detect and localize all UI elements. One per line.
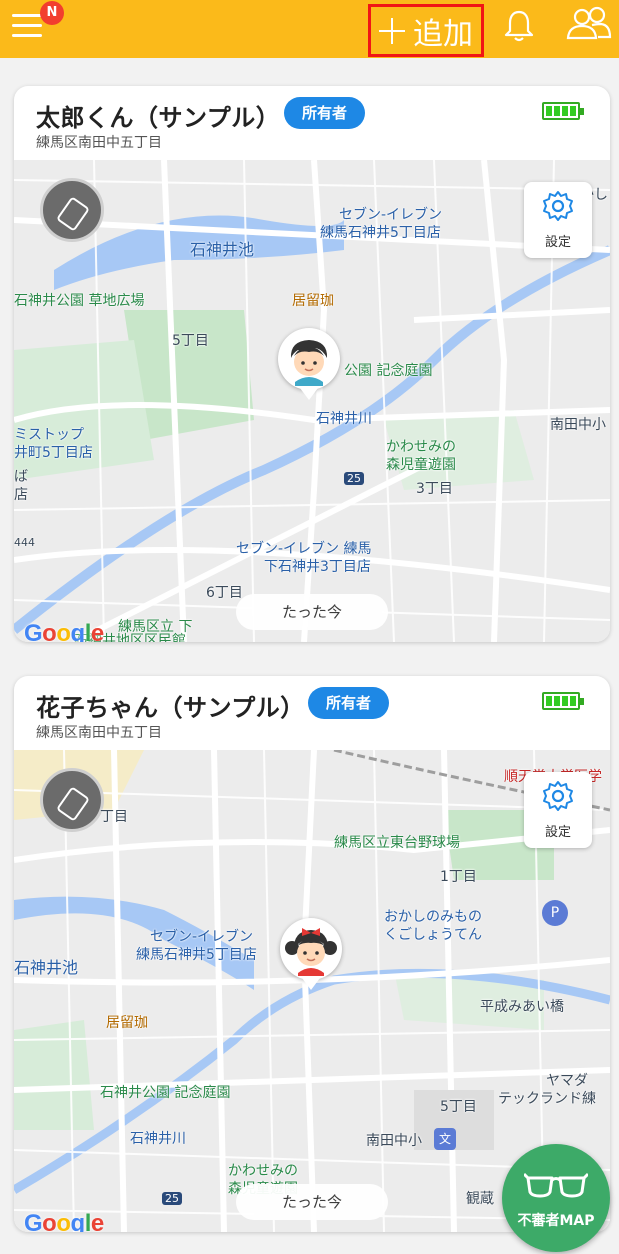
child-location-pin[interactable]	[280, 918, 342, 990]
map-label: 井町5丁目店	[14, 445, 93, 461]
suspicious-person-map-button[interactable]: 不審者MAP	[502, 1144, 610, 1252]
child-name: 花子ちゃん（サンプル）	[36, 694, 305, 722]
menu-icon-bar	[12, 34, 42, 37]
settings-label: 設定	[544, 825, 571, 840]
map-label: 練馬石神井5丁目店	[136, 947, 257, 963]
map-label: ば	[14, 469, 28, 485]
map-label: ミストップ	[14, 427, 84, 443]
parking-marker: P	[542, 900, 568, 926]
bell-icon[interactable]	[501, 8, 537, 44]
card-header: 太郎くん（サンプル） 所有者 練馬区南田中五丁目	[14, 86, 610, 160]
map-label: 森児童遊園	[386, 457, 456, 473]
map-label: かわせみの	[228, 1163, 298, 1179]
battery-icon	[542, 102, 584, 120]
map-label: 観蔵	[466, 1191, 494, 1207]
settings-button[interactable]: 設定	[524, 182, 592, 258]
map-label: 練馬区立東台野球場	[334, 835, 460, 851]
owner-badge: 所有者	[284, 97, 366, 129]
notification-badge: N	[40, 1, 64, 25]
child-address: 練馬区南田中五丁目	[36, 135, 162, 151]
girl-avatar-icon	[283, 921, 339, 977]
updated-time: たった今	[236, 1184, 388, 1220]
card-header: 花子ちゃん（サンプル） 所有者 練馬区南田中五丁目	[14, 676, 610, 750]
map-label: 444	[14, 536, 35, 549]
battery-icon	[542, 692, 584, 710]
route-marker: 25	[344, 472, 364, 485]
map-label: 石神井池	[14, 958, 79, 977]
map-label: 石神井川	[130, 1131, 186, 1147]
map-label: おかしのみもの	[384, 909, 482, 925]
app-header: N 追加	[0, 0, 619, 58]
menu-button[interactable]: N	[12, 1, 64, 40]
map-label: セブン-イレブン	[339, 207, 443, 223]
map-label: 店	[14, 487, 28, 503]
map-label: 1丁目	[440, 869, 477, 885]
map-label: 5丁目	[440, 1099, 477, 1115]
child-address: 練馬区南田中五丁目	[36, 725, 162, 741]
menu-icon-bar	[12, 14, 42, 17]
location-map[interactable]: セブン-イレブン 練馬石神井5丁目店 石神井池 石神井公園 草地広場 居留珈 5…	[14, 160, 610, 642]
map-label: 下石神井3丁目店	[264, 559, 371, 575]
add-button[interactable]: 追加	[368, 4, 484, 57]
map-label: かわせみの	[386, 439, 456, 455]
nfc-tag-button[interactable]	[40, 768, 104, 832]
owner-badge: 所有者	[308, 687, 390, 719]
child-card-hanako[interactable]: 花子ちゃん（サンプル） 所有者 練馬区南田中五丁目 丁目 練馬区立東台野球場 1…	[14, 676, 610, 1232]
map-label: 居留珈	[106, 1015, 148, 1031]
map-label: 6丁目	[206, 585, 243, 601]
map-label: ヤマダ	[546, 1073, 588, 1089]
child-location-pin[interactable]	[278, 328, 340, 400]
child-card-taro[interactable]: 太郎くん（サンプル） 所有者 練馬区南田中五丁目 セブン-イレブン 練馬石神井5…	[14, 86, 610, 642]
boy-avatar-icon	[281, 331, 337, 387]
plus-icon	[379, 17, 405, 44]
google-logo: Google	[24, 620, 104, 642]
nfc-card-icon	[55, 786, 91, 822]
map-label: 丁目	[100, 809, 128, 825]
add-label: 追加	[413, 16, 473, 52]
map-label: 3丁目	[416, 481, 453, 497]
map-label: 石神井公園 草地広場	[14, 293, 145, 309]
map-label: セブン-イレブン 練馬	[236, 541, 372, 557]
nfc-card-icon	[55, 196, 91, 232]
child-name: 太郎くん（サンプル）	[36, 104, 281, 132]
nfc-tag-button[interactable]	[40, 178, 104, 242]
map-label: テックランド練	[498, 1091, 596, 1107]
gear-icon	[543, 781, 573, 811]
settings-button[interactable]: 設定	[524, 772, 592, 848]
map-label: 南田中小	[366, 1133, 422, 1149]
gear-icon	[543, 191, 573, 221]
map-label: 南田中小	[550, 417, 606, 433]
map-label: 石神井川	[316, 411, 372, 427]
fab-label: 不審者MAP	[517, 1213, 595, 1229]
map-label: 公園 記念庭園	[344, 363, 433, 379]
map-label: 石神井公園 記念庭園	[100, 1085, 231, 1101]
map-label: 5丁目	[172, 333, 209, 349]
menu-icon-bar	[12, 24, 42, 27]
family-icon[interactable]	[566, 6, 612, 44]
map-label: セブン-イレブン	[150, 929, 254, 945]
map-label: くごしょうてん	[384, 927, 482, 943]
map-label: 練馬石神井5丁目店	[320, 225, 441, 241]
map-label: 居留珈	[292, 293, 334, 309]
school-marker: 文	[434, 1128, 456, 1150]
glasses-icon	[524, 1172, 588, 1198]
map-label: 平成みあい橋	[480, 999, 564, 1015]
route-marker: 25	[162, 1192, 182, 1205]
map-label: 石神井池	[190, 240, 255, 259]
settings-label: 設定	[544, 235, 571, 250]
google-logo: Google	[24, 1210, 104, 1232]
updated-time: たった今	[236, 594, 388, 630]
